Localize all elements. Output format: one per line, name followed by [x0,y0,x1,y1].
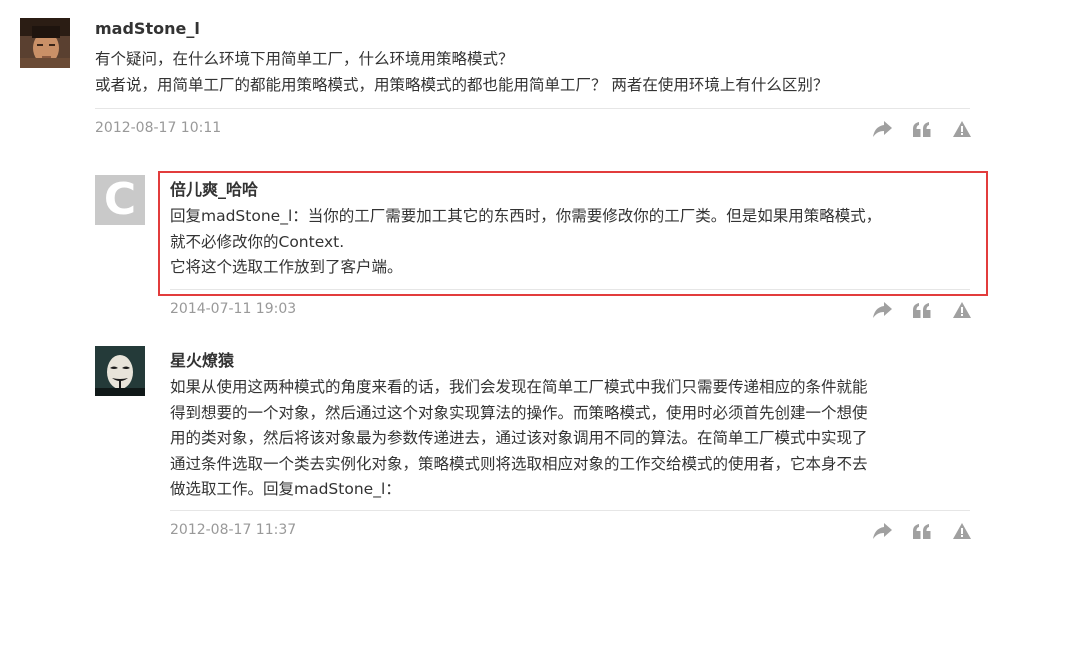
highlight-box [158,171,988,296]
share-icon [872,302,892,318]
report-button[interactable] [952,300,972,320]
report-button[interactable] [952,521,972,541]
quote-icon [913,523,931,539]
quote-button[interactable] [912,521,932,541]
comment-line: 如果从使用这两种模式的角度来看的话，我们会发现在简单工厂模式中我们只需要传递相应… [170,378,868,396]
quote-icon [913,121,931,137]
quote-button[interactable] [912,119,932,139]
avatar[interactable]: C [95,175,145,225]
comment-line: 或者说，用简单工厂的都能用策略模式，用策略模式的都也能用简单工厂？ 两者在使用环… [95,75,829,94]
share-icon [872,523,892,539]
comment-timestamp: 2012-08-17 11:37 [170,522,297,538]
comment-line: 用的类对象，然后将该对象最为参数传递进去，通过该对象调用不同的算法。在简单工厂模… [170,429,868,448]
comment-timestamp: 2014-07-11 19:03 [170,301,297,317]
comment-divider [170,510,970,511]
share-button[interactable] [872,119,892,139]
quote-button[interactable] [912,300,932,320]
comment-body: 如果从使用这两种模式的角度来看的话，我们会发现在简单工厂模式中我们只需要传递相应… [170,375,868,503]
report-icon [953,302,971,318]
avatar-letter-icon: C [103,175,137,225]
comment-divider [95,108,970,109]
share-icon [872,121,892,137]
comment-line: 通过条件选取一个类去实例化对象，策略模式则将选取相应对象的工作交给模式的使用者，… [170,454,868,473]
comment-line: 做选取工作。回复madStone_l： [170,480,401,499]
share-button[interactable] [872,300,892,320]
comment-body: 有个疑问，在什么环境下用简单工厂，什么环境用策略模式？ 或者说，用简单工厂的都能… [95,47,828,98]
comment-line: 得到想要的一个对象，然后通过这个对象实现算法的操作。而策略模式，使用时必须首先创… [170,403,868,422]
comment-timestamp: 2012-08-17 10:11 [95,120,222,136]
share-button[interactable] [872,521,892,541]
report-icon [953,523,971,539]
avatar-photo [20,18,70,68]
comment-author[interactable]: 星火燎猿 [170,347,234,371]
comment-author[interactable]: madStone_l [95,19,200,38]
report-icon [953,121,971,137]
avatar-mask-photo [95,346,145,396]
avatar[interactable] [95,346,145,396]
quote-icon [913,302,931,318]
comment-line: 有个疑问，在什么环境下用简单工厂，什么环境用策略模式？ [95,50,514,68]
avatar[interactable] [20,18,70,68]
report-button[interactable] [952,119,972,139]
